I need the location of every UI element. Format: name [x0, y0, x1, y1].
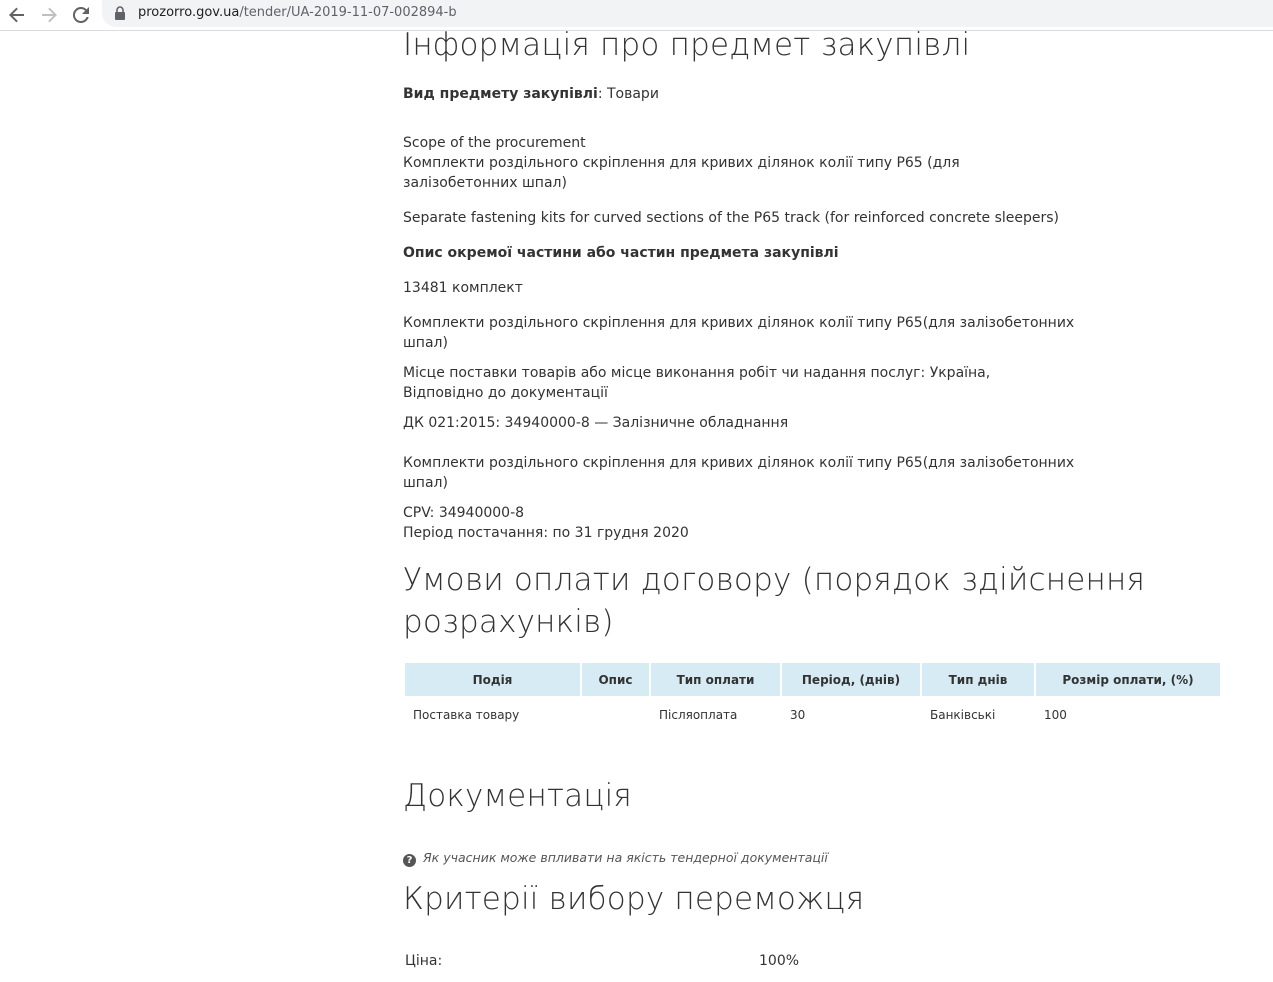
cell-day-type: Банківські: [930, 708, 996, 722]
documentation-hint-link[interactable]: ? Як учасник може впливати на якість тенд…: [403, 850, 828, 867]
scope-label: Scope of the procurement: [403, 135, 586, 151]
cell-payment-type: Післяоплата: [659, 708, 738, 722]
delivery-line2: Відповідно до документації: [403, 385, 608, 401]
payment-table: Подія Опис Тип оплати Період, (днів) Тип…: [403, 661, 1222, 734]
table-row: Поставка товару Післяоплата 30 Банківськ…: [405, 698, 1220, 732]
quantity: 13481 комплект: [403, 280, 523, 296]
cell-payment-size: 100: [1044, 708, 1067, 722]
documentation-heading: Документація: [403, 778, 632, 814]
payment-table-header: Подія Опис Тип оплати Період, (днів) Тип…: [405, 663, 1220, 696]
payment-heading-line1: Умови оплати договору (порядок здійсненн…: [403, 562, 1145, 598]
item2-line1: Комплекти роздільного скріплення для кри…: [403, 455, 1075, 471]
procurement-kind-label: Вид предмету закупівлі: [403, 86, 598, 102]
scope-en: Separate fastening kits for curved secti…: [403, 210, 1059, 226]
question-circle-icon: ?: [403, 854, 416, 867]
item2-line2: шпал): [403, 475, 448, 491]
col-header-day-type: Тип днів: [922, 663, 1034, 696]
cpv-code: CPV: 34940000-8: [403, 505, 525, 521]
delivery-line1: Місце поставки товарів або місце виконан…: [403, 365, 991, 381]
address-bar[interactable]: prozorro.gov.ua/tender/UA-2019-11-07-002…: [102, 0, 1273, 27]
reload-icon[interactable]: [69, 3, 93, 27]
col-header-payment-type: Тип оплати: [651, 663, 780, 696]
criteria-heading: Критерії вибору переможця: [403, 881, 865, 917]
col-header-event: Подія: [405, 663, 580, 696]
price-label: Ціна:: [405, 953, 443, 969]
documentation-hint-text: Як учасник може впливати на якість тенде…: [423, 850, 828, 865]
back-arrow-icon[interactable]: [5, 3, 29, 27]
scope-ua-line2: залізобетонних шпал): [403, 175, 567, 191]
lots-heading: Опис окремої частини або частин предмета…: [403, 245, 839, 261]
lock-icon: [115, 6, 125, 20]
forward-arrow-icon[interactable]: [37, 3, 61, 27]
dk-code: ДК 021:2015: 34940000-8 — Залізничне обл…: [403, 415, 789, 431]
cell-event: Поставка товару: [413, 708, 520, 722]
cell-period: 30: [790, 708, 806, 722]
procurement-kind-value: : Товари: [597, 86, 659, 102]
col-header-payment-size: Розмір оплати, (%): [1036, 663, 1220, 696]
col-header-period: Період, (днів): [782, 663, 920, 696]
item1-line2: шпал): [403, 335, 448, 351]
delivery-period: Період постачання: по 31 грудня 2020: [403, 525, 689, 541]
procurement-kind: Вид предмету закупівлі: Товари: [403, 84, 659, 104]
payment-heading-line2: розрахунків): [403, 604, 614, 640]
url-path: /tender/UA-2019-11-07-002894-b: [239, 5, 457, 20]
cell-description: [582, 698, 649, 732]
price-value: 100%: [759, 953, 800, 969]
subject-heading: Інформація про предмет закупівлі: [403, 27, 971, 63]
col-header-description: Опис: [582, 663, 649, 696]
scope-ua-line1: Комплекти роздільного скріплення для кри…: [403, 155, 960, 171]
url-text: prozorro.gov.ua/tender/UA-2019-11-07-002…: [138, 5, 457, 20]
url-host: prozorro.gov.ua: [138, 5, 240, 20]
item1-line1: Комплекти роздільного скріплення для кри…: [403, 315, 1075, 331]
